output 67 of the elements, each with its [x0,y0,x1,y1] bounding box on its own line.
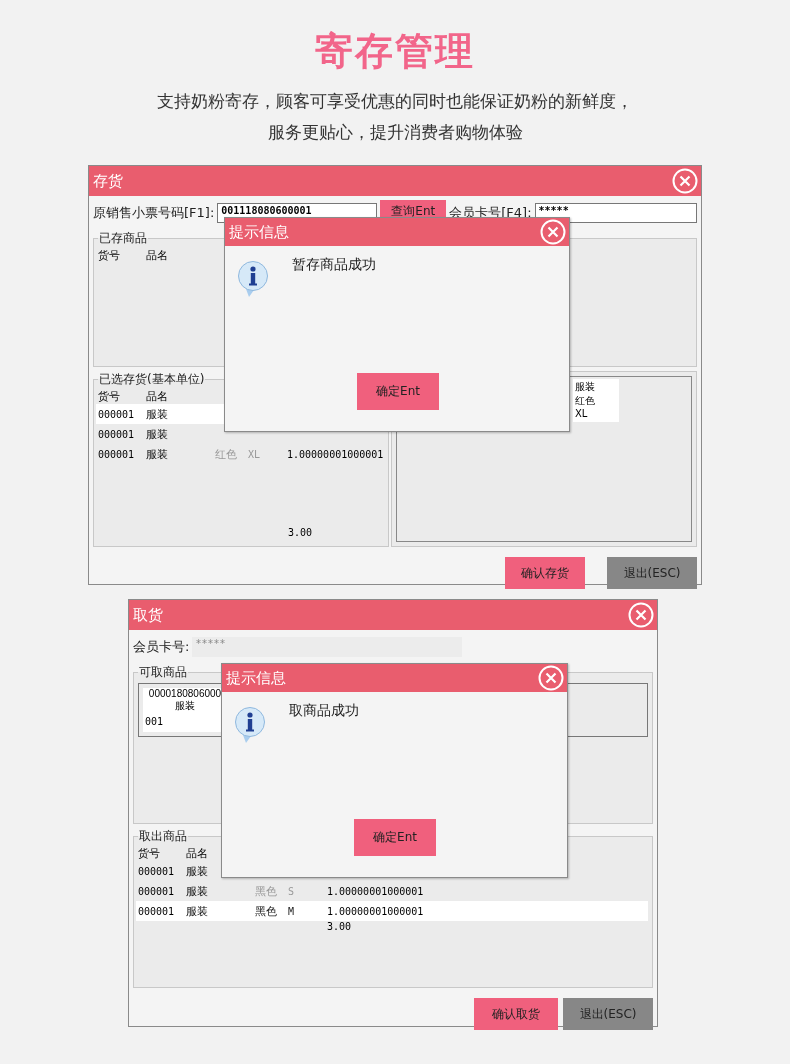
dialog-message: 取商品成功 [289,702,359,720]
total-quantity: 3.00 [287,527,314,540]
window-title: 存货 [93,171,123,191]
close-icon[interactable] [538,665,564,691]
name-cell-text: 服装 [146,446,169,462]
dialog-title: 提示信息 [229,222,289,242]
confirm-button[interactable]: 确认取货 [474,998,558,1030]
color-cell-text: 黑色 [255,883,278,899]
color-cell-text: 红色 [215,446,238,462]
name-cell-text: 服装 [146,426,169,442]
subtitle-line: 服务更贴心，提升消费者购物体验 [267,121,523,144]
info-icon [234,706,266,744]
ok-button[interactable]: 确定Ent [357,373,439,410]
name-cell-text: 服装 [186,883,209,899]
receipt-label: 原销售小票号码[F1]: [93,204,215,222]
close-icon[interactable] [628,602,654,628]
size-cell-text: S [288,885,296,897]
info-icon [237,260,269,298]
panel-title: 可取商品 [138,664,188,681]
window-title: 取货 [133,605,163,625]
name-cell-text: 服装 [186,903,209,919]
panel-title: 已选存货(基本单位) [98,371,206,388]
card-text: 红色 [575,394,596,408]
code-cell-text: 000001 [98,408,136,420]
column-header: 品名 [186,845,209,861]
exit-button[interactable]: 退出(ESC) [563,998,653,1030]
column-header: 货号 [98,247,121,263]
code-cell-text: 000001 [98,448,136,460]
code-cell-text: 000001 [138,865,176,877]
exit-button[interactable]: 退出(ESC) [607,557,697,589]
code-cell-text: 000001 [138,885,176,897]
dialog-title: 提示信息 [226,668,286,688]
card-code: 001 [144,716,165,727]
product-card[interactable]: 服装 红色 XL [573,379,619,422]
dialog-message: 暂存商品成功 [292,256,376,274]
list-row[interactable]: 000001 服装 黑色 S 1.00000001000001 [136,881,650,901]
list-row[interactable]: 000001 服装 黑色 M 1.00000001000001 [136,901,648,921]
code-cell-text: 000001 [98,428,136,440]
column-header: 品名 [146,388,169,404]
list-row[interactable]: 000001 服装 红色 XL 1.00000001000001 [96,444,386,464]
card-text: 服装 [174,699,196,713]
name-cell-text: 服装 [146,406,169,422]
column-header: 货号 [98,388,121,404]
confirm-button[interactable]: 确认存货 [505,557,585,589]
ok-button[interactable]: 确定Ent [354,819,436,856]
member-label: 会员卡号: [133,638,190,656]
quantity-cell-text: 1.00000001000001 [327,885,425,897]
panel-title: 已存商品 [98,230,148,247]
card-text: 服装 [575,380,596,394]
close-icon[interactable] [672,168,698,194]
page-title: 寄存管理 [315,28,475,75]
quantity-cell-text: 1.00000001000001 [287,448,385,460]
name-cell-text: 服装 [186,863,209,879]
card-text: XL [575,408,589,419]
size-cell-text: XL [248,448,262,460]
panel-title: 取出商品 [138,828,188,845]
code-cell-text: 000001 [138,905,176,917]
close-icon[interactable] [540,219,566,245]
subtitle-line: 支持奶粉寄存，顾客可享受优惠的同时也能保证奶粉的新鲜度， [157,90,633,113]
column-header: 货号 [138,845,161,861]
quantity-cell-text: 1.00000001000001 [327,905,425,917]
member-field[interactable]: ***** [534,203,697,223]
total-quantity: 3.00 [326,921,353,934]
color-cell-text: 黑色 [255,903,278,919]
card-text: 0000180806000 [147,688,223,699]
column-header: 品名 [146,247,169,263]
size-cell-text: M [288,905,296,917]
